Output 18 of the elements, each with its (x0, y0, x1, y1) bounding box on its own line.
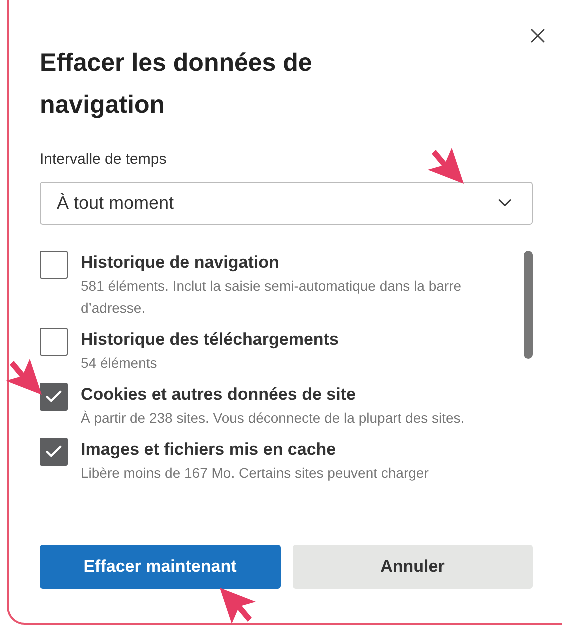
item-label: Cookies et autres données de site (81, 384, 357, 406)
item-label: Images et fichiers mis en cache (81, 438, 338, 461)
checkbox[interactable] (40, 438, 68, 466)
scrollbar[interactable] (524, 250, 533, 358)
checkbox[interactable] (40, 250, 68, 278)
item-description: Libère moins de 167 Mo. Certains sites peuvent charger (81, 464, 429, 483)
checkbox[interactable] (40, 382, 68, 410)
clear-now-button[interactable]: Effacer maintenant (40, 544, 280, 588)
dialog-title: Effacer les données de navigation (40, 48, 314, 121)
item-label: Historique des téléchargements (81, 328, 339, 351)
time-range-dropdown[interactable]: À tout moment (40, 182, 533, 224)
item-description: À partir de 238 sites. Vous déconnecte de la plupart des sites. (81, 408, 465, 428)
time-range-label: Intervalle de temps (40, 150, 167, 170)
checkbox[interactable] (40, 328, 68, 356)
item-description: 581 éléments. Inclut la saisie semi-automatique dans la barre d’adresse. (81, 276, 463, 318)
item-label: Historique de navigation (81, 252, 280, 274)
item-description: 54 éléments (81, 354, 158, 372)
cancel-button[interactable]: Annuler (292, 544, 533, 588)
